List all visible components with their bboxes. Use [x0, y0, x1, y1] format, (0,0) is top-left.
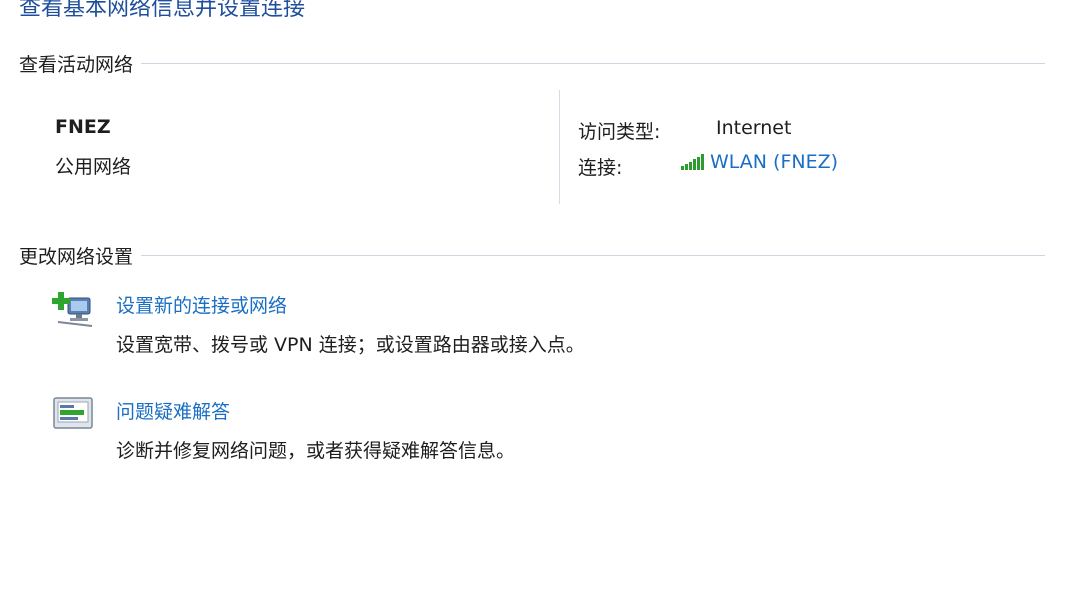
- section-divider: [141, 255, 1046, 256]
- network-category[interactable]: 公用网络: [55, 152, 131, 179]
- section-divider: [141, 63, 1046, 64]
- access-type-value: Internet: [716, 117, 792, 139]
- setup-connection-description: 设置宽带、拨号或 VPN 连接；或设置路由器或接入点。: [116, 334, 585, 356]
- change-settings-header: 更改网络设置: [19, 242, 1046, 269]
- troubleshoot-icon[interactable]: [52, 394, 96, 434]
- wlan-connection-link[interactable]: WLAN (FNEZ): [710, 151, 838, 173]
- new-connection-icon[interactable]: [52, 288, 96, 328]
- change-settings-title: 更改网络设置: [19, 246, 134, 268]
- troubleshoot-link[interactable]: 问题疑难解答: [116, 397, 230, 424]
- vertical-divider: [559, 90, 560, 204]
- troubleshoot-description: 诊断并修复网络问题，或者获得疑难解答信息。: [116, 440, 516, 462]
- wifi-signal-icon: [681, 154, 704, 170]
- setup-connection-link[interactable]: 设置新的连接或网络: [116, 291, 287, 318]
- access-type-label: 访问类型:: [578, 121, 661, 143]
- active-networks-header: 查看活动网络: [19, 50, 1046, 77]
- active-networks-title: 查看活动网络: [19, 54, 134, 76]
- network-name: FNEZ: [55, 116, 111, 138]
- connections-label: 连接:: [578, 157, 623, 179]
- connection-entry[interactable]: WLAN (FNEZ): [681, 151, 838, 173]
- page-title: 查看基本网络信息并设置连接: [19, 0, 306, 21]
